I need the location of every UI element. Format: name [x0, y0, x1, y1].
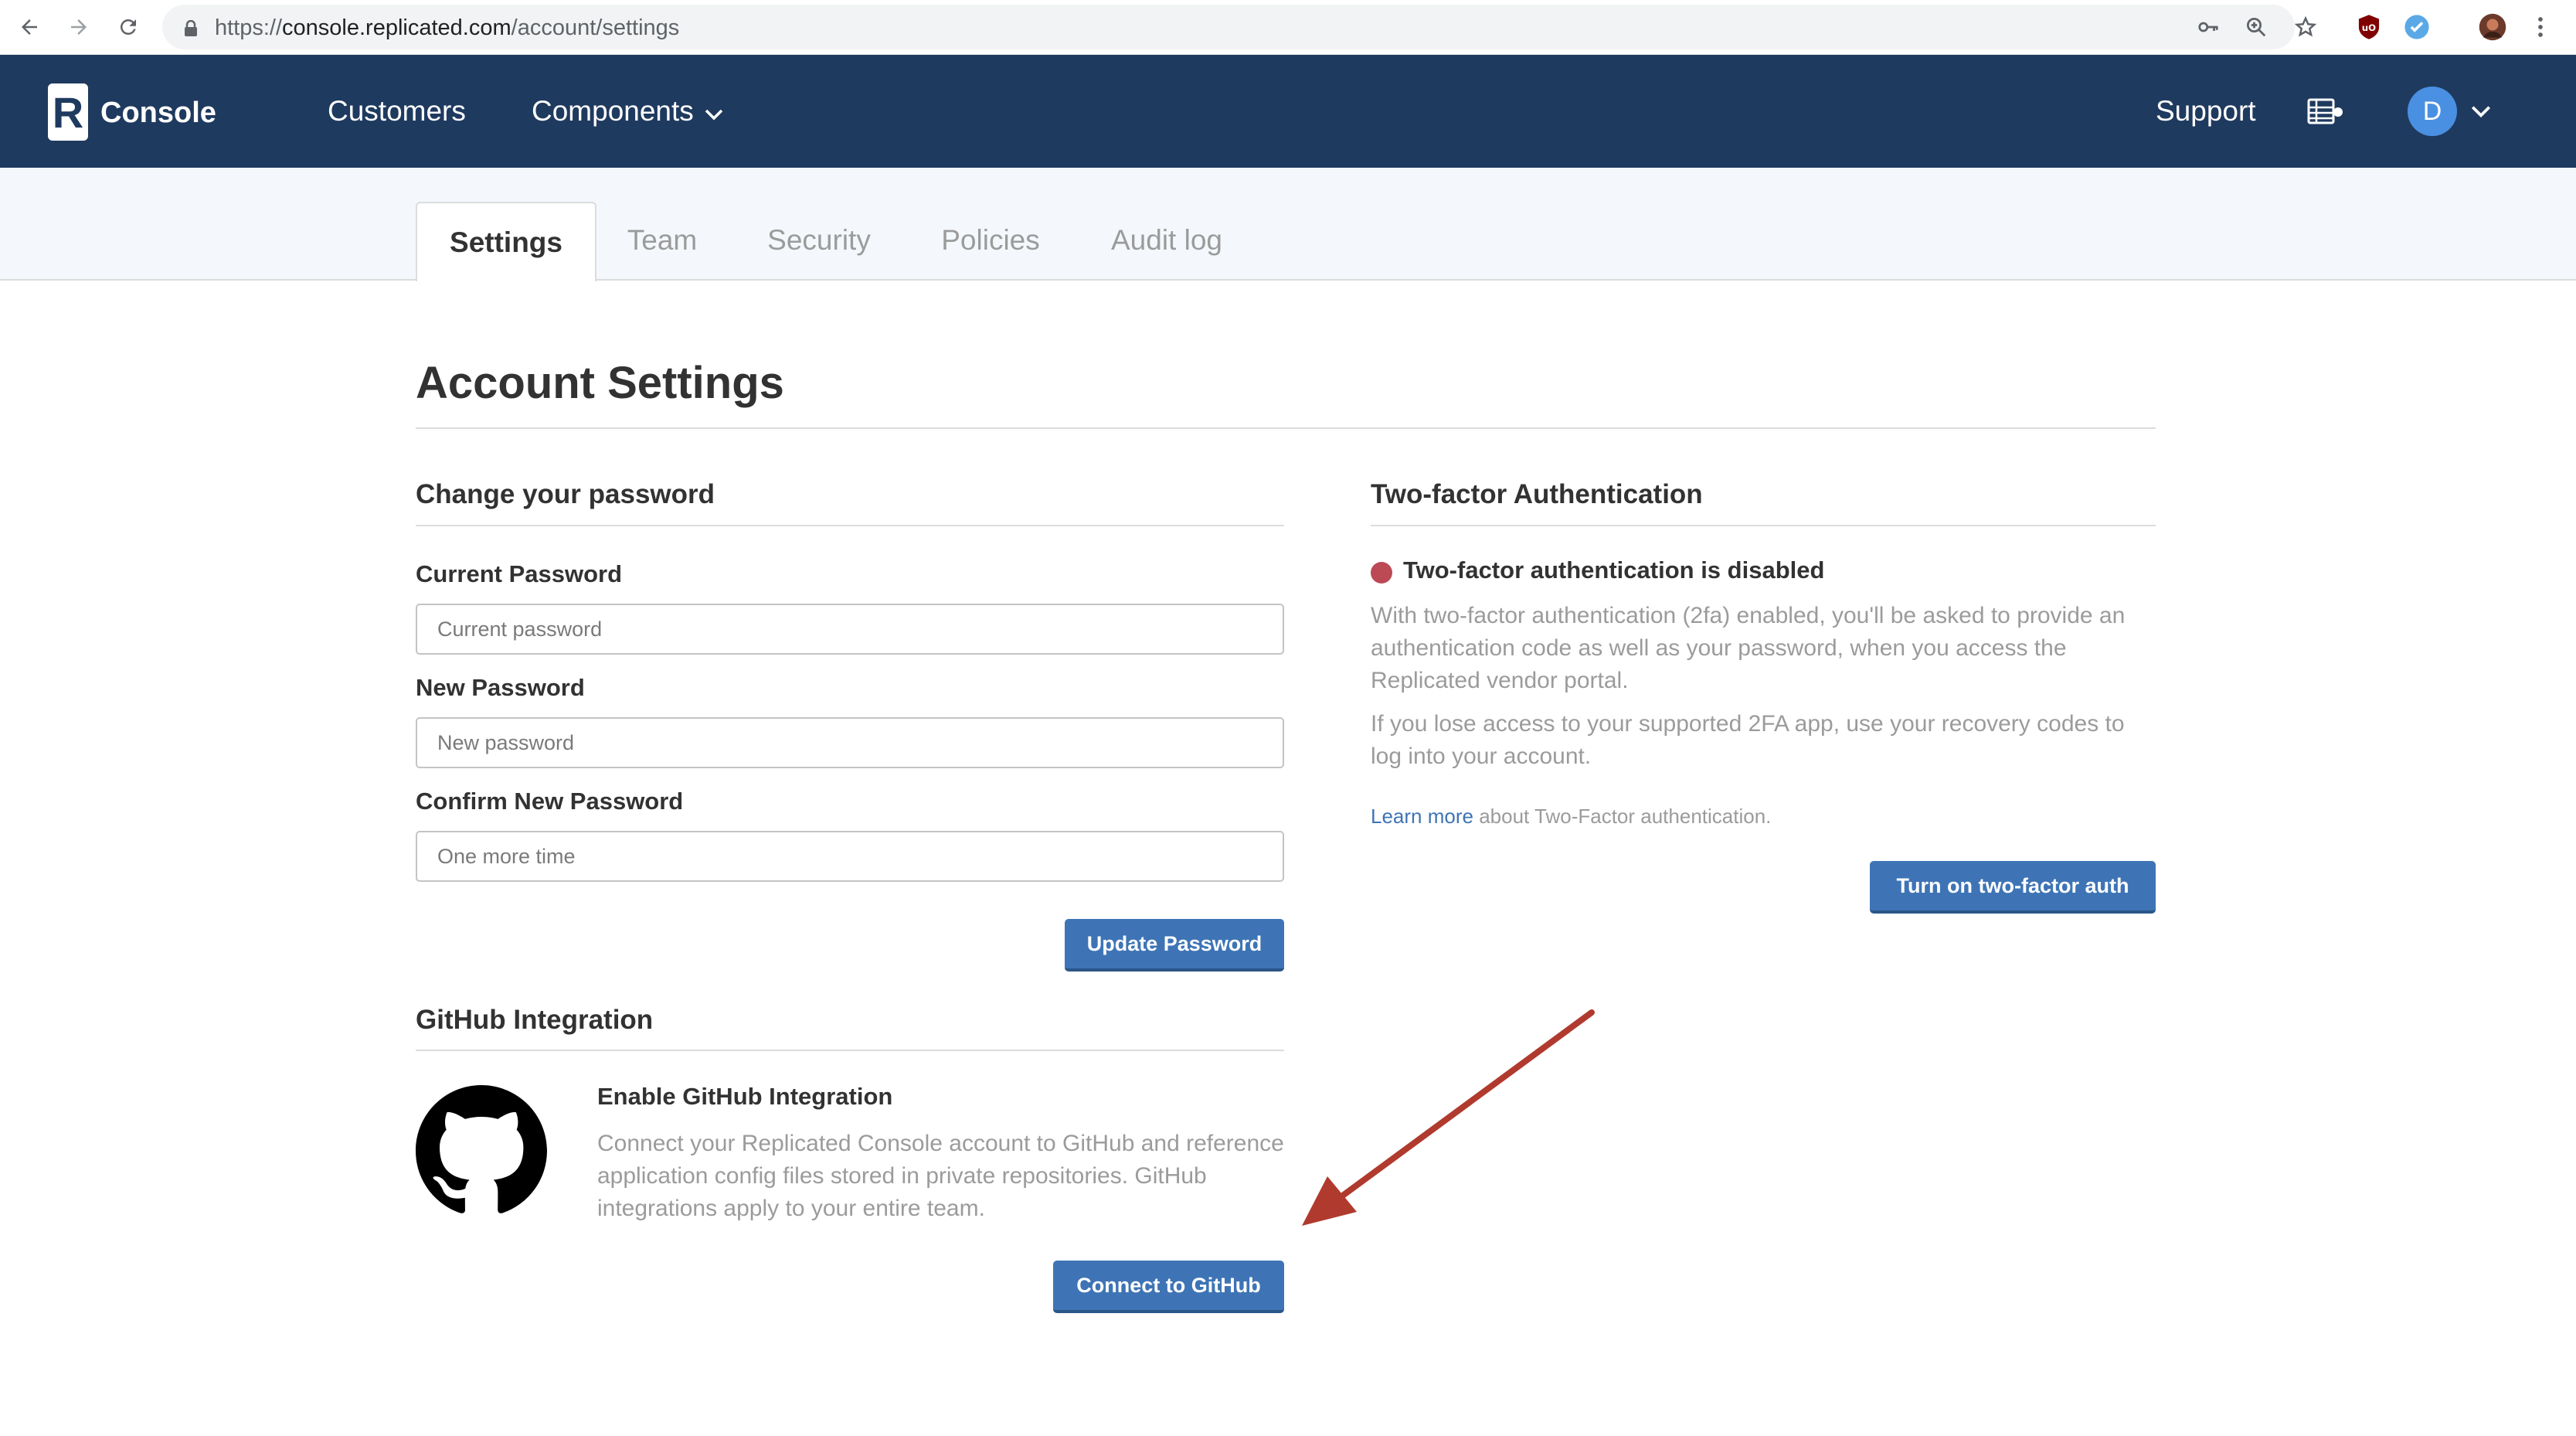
user-avatar[interactable]: D: [2408, 87, 2457, 136]
twofa-divider: [1371, 525, 2156, 526]
zoom-icon[interactable]: [2244, 15, 2268, 39]
url-text: https://console.replicated.com/account/s…: [215, 15, 680, 40]
tab-policies[interactable]: Policies: [927, 202, 1054, 279]
annotation-arrow-icon: [1302, 1009, 1595, 1226]
chevron-down-icon: [703, 97, 725, 129]
browser-toolbar: https://console.replicated.com/account/s…: [0, 0, 2576, 55]
nav-components-label: Components: [532, 95, 694, 127]
notifications-icon[interactable]: [2307, 97, 2343, 131]
nav-support[interactable]: Support: [2156, 95, 2256, 128]
bookmark-star-icon[interactable]: [2293, 15, 2318, 39]
connect-github-button[interactable]: Connect to GitHub: [1053, 1261, 1284, 1313]
update-password-button[interactable]: Update Password: [1065, 919, 1284, 972]
tab-team[interactable]: Team: [612, 202, 712, 279]
turn-on-twofa-button[interactable]: Turn on two-factor auth: [1870, 861, 2156, 914]
twofa-recovery-note: If you lose access to your supported 2FA…: [1371, 711, 2125, 769]
twofa-status-text: Two-factor authentication is disabled: [1403, 556, 1825, 584]
key-icon[interactable]: [2196, 15, 2221, 39]
back-icon[interactable]: [15, 13, 43, 41]
svg-text:uO: uO: [2362, 22, 2376, 33]
password-divider: [416, 525, 1284, 526]
learn-more-link[interactable]: Learn more: [1371, 805, 1473, 828]
twofa-section-title: Two-factor Authentication: [1371, 479, 1703, 509]
twofa-description: With two-factor authentication (2fa) ena…: [1371, 603, 2126, 693]
confirm-password-label: Confirm New Password: [416, 788, 684, 815]
learn-more-suffix: about Two-Factor authentication.: [1473, 805, 1772, 828]
github-logo-icon: [416, 1085, 547, 1217]
password-section-title: Change your password: [416, 479, 715, 509]
current-password-label: Current Password: [416, 560, 623, 587]
reload-icon[interactable]: [114, 13, 142, 41]
browser-menu-icon[interactable]: [2527, 13, 2554, 41]
github-heading: Enable GitHub Integration: [597, 1083, 893, 1110]
ublock-extension-icon[interactable]: uO: [2355, 13, 2383, 41]
nav-customers[interactable]: Customers: [328, 95, 466, 128]
title-divider: [416, 427, 2156, 429]
forward-icon[interactable]: [65, 13, 93, 41]
github-description: Connect your Replicated Console account …: [597, 1131, 1284, 1221]
new-password-input[interactable]: [416, 717, 1284, 768]
github-divider: [416, 1050, 1284, 1051]
page-title: Account Settings: [416, 358, 784, 408]
tab-audit-log[interactable]: Audit log: [1100, 202, 1233, 279]
nav-components[interactable]: Components: [532, 95, 725, 129]
user-menu-chevron-icon[interactable]: [2469, 101, 2493, 125]
settings-tabs: Settings Team Security Policies Audit lo…: [0, 168, 2576, 281]
github-section-title: GitHub Integration: [416, 1005, 654, 1035]
lock-icon: [184, 19, 198, 41]
address-bar[interactable]: https://console.replicated.com/account/s…: [162, 5, 2317, 49]
logo-mark[interactable]: R: [48, 83, 88, 141]
current-password-input[interactable]: [416, 604, 1284, 655]
status-indicator-icon: [1371, 562, 1392, 584]
tab-security[interactable]: Security: [757, 202, 881, 279]
tab-settings[interactable]: Settings: [416, 202, 596, 281]
app-navbar: R Console Customers Components Support D: [0, 55, 2576, 168]
new-password-label: New Password: [416, 674, 585, 701]
profile-avatar-icon[interactable]: [2479, 13, 2506, 41]
confirm-password-input[interactable]: [416, 831, 1284, 882]
twofa-learn-more: Learn more about Two-Factor authenticati…: [1371, 805, 1771, 829]
logo-text[interactable]: Console: [100, 97, 216, 130]
extension-check-icon[interactable]: [2403, 13, 2431, 41]
